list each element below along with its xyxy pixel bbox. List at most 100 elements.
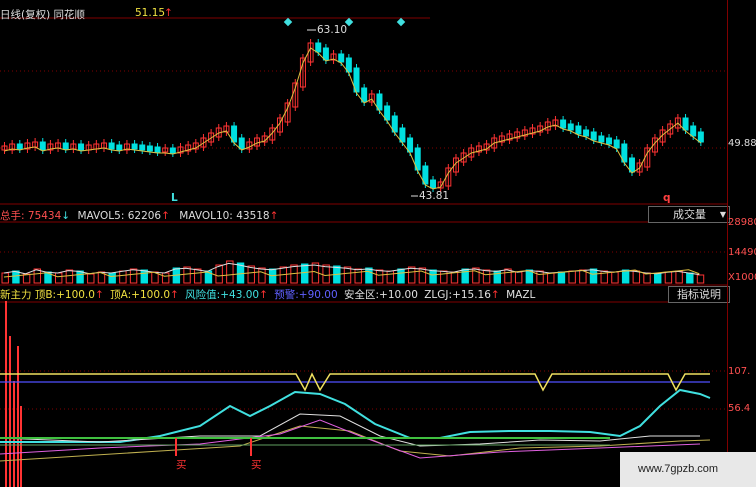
volume-legend: 总手: 75434↓ MAVOL5: 62206↑ MAVOL10: 43518… [0, 208, 278, 223]
marker-q: q [663, 192, 671, 204]
candlestick-chart[interactable] [0, 0, 728, 205]
candle [583, 129, 590, 137]
volume-bar [161, 272, 170, 284]
diamond-marker [283, 17, 293, 27]
indicator-help-button[interactable]: 指标说明 [668, 286, 730, 303]
candle [146, 145, 153, 152]
volume-bar [611, 271, 619, 284]
legend-topa-label: 顶A: [110, 289, 132, 301]
current-price: 51.15 [135, 7, 166, 19]
ma5-arrow: ↑ [161, 210, 170, 222]
volume-bar [418, 267, 427, 284]
candle [690, 125, 697, 137]
legend-zlgj-arrow: ↑ [490, 289, 500, 301]
candle [131, 143, 138, 150]
indicator-help-label: 指标说明 [677, 288, 721, 301]
candle [613, 139, 620, 149]
volume-dropdown-label: 成交量 [673, 208, 706, 221]
legend-topa-arrow: ↑ [170, 289, 179, 301]
watermark: www.7gpzb.com [620, 452, 756, 487]
volume-bar [301, 263, 309, 284]
volume-bar [76, 270, 84, 284]
watermark-text: www.7gpzb.com [638, 463, 719, 475]
legend-topb-value: +100.0 [56, 289, 95, 301]
legend-topa-value: +100.0 [131, 289, 171, 301]
candle [430, 179, 437, 189]
volume-panel: 总手: 75434↓ MAVOL5: 62206↑ MAVOL10: 43518… [0, 205, 730, 286]
volume-bar [375, 269, 384, 284]
volume-bar [54, 272, 63, 284]
total-label: 总手: [0, 210, 25, 222]
volume-bar [632, 270, 641, 284]
ma10-label: MAVOL10: [179, 210, 233, 222]
legend-topb-arrow: ↑ [94, 289, 104, 301]
ma5-label: MAVOL5: [77, 210, 125, 222]
volume-axis-top: 28980 [728, 217, 756, 228]
indicator-chart[interactable] [0, 286, 728, 487]
legend-risk-label: 风险值: [185, 289, 221, 301]
volume-bar [589, 268, 598, 284]
legend-zlgj-label: ZLGJ: [424, 289, 453, 301]
price-panel: 日线(复权) 同花顺 51.15 ↑ 63.10 43.81 L q [0, 0, 728, 205]
volume-bar [322, 264, 330, 284]
volume-bar [407, 266, 416, 284]
buy-signal-2: 买 [251, 459, 262, 471]
volume-bar [12, 270, 20, 284]
volume-bar [386, 270, 395, 284]
candle [154, 146, 161, 153]
volume-bar [696, 274, 705, 284]
volume-bar [664, 271, 673, 284]
candle [575, 125, 582, 135]
candle [39, 141, 46, 151]
volume-bar [504, 268, 512, 284]
volume-bar [365, 267, 373, 284]
volume-bar [472, 267, 480, 284]
candle [62, 142, 69, 150]
volume-bar [514, 271, 523, 284]
legend-topb-label: 新主力 顶B: [0, 289, 57, 301]
legend-risk-arrow: ↑ [259, 289, 268, 301]
candle [598, 135, 605, 143]
mazl-line [0, 425, 711, 462]
volume-bar [65, 269, 74, 284]
axis-divider [727, 0, 728, 487]
total-arrow: ↓ [61, 210, 71, 222]
total-value: 75434 [27, 210, 62, 222]
volume-bar [429, 269, 437, 284]
candle [16, 143, 23, 150]
zlgj-line [0, 413, 700, 447]
volume-bar [686, 272, 694, 284]
volume-dropdown[interactable]: 成交量 ▼ [648, 206, 730, 223]
volume-bar [129, 268, 138, 284]
marker-l: L [171, 192, 178, 204]
volume-bar [536, 270, 544, 284]
volume-bar [568, 270, 576, 284]
candle [697, 131, 704, 143]
candle [682, 117, 689, 131]
candle [322, 47, 329, 61]
volume-bar [450, 271, 459, 284]
diamond-marker [396, 17, 406, 27]
volume-bar [493, 270, 501, 284]
candle [116, 144, 123, 151]
low-price-label: 43.81 [419, 190, 450, 202]
legend-warn-label: 预警: [274, 289, 299, 301]
volume-bar [354, 268, 362, 284]
volume-bar [247, 265, 255, 284]
indicator-legend: 新主力 顶B:+100.0↑ 顶A:+100.0↑ 风险值:+43.00↑ 预警… [0, 287, 535, 302]
volume-bar [194, 268, 202, 284]
candle [338, 53, 345, 63]
volume-bar [33, 268, 42, 284]
buy-signal-1: 买 [176, 459, 187, 471]
candle [108, 142, 115, 150]
chevron-down-icon: ▼ [719, 210, 726, 219]
candle [590, 131, 597, 141]
candle [139, 144, 146, 151]
volume-bar [440, 270, 448, 284]
volume-bar [397, 268, 405, 284]
volume-bar [258, 267, 266, 284]
indicator-axis-mid: 56.4 [728, 403, 751, 414]
candle [560, 119, 567, 129]
price-up-arrow: ↑ [164, 7, 173, 19]
volume-bar [654, 273, 662, 284]
